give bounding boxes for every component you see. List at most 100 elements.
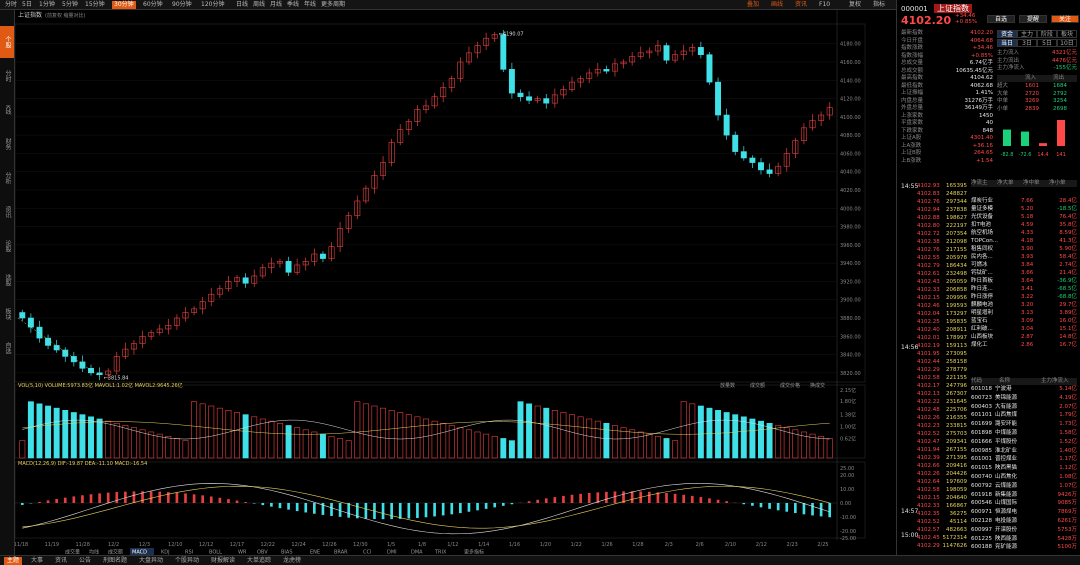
- left-tab-8[interactable]: 板块: [0, 298, 14, 330]
- bottom-tab-4[interactable]: 刑图名题: [100, 557, 130, 565]
- quote-btn-0[interactable]: 自选: [987, 15, 1015, 23]
- left-tab-1[interactable]: 分时: [0, 60, 14, 92]
- sector-row[interactable]: 可燃冰 3.84 2.74亿: [971, 262, 1077, 269]
- stock-row[interactable]: 601015 陕西黑猫 1.12亿: [971, 465, 1077, 472]
- fund-sub-0[interactable]: 当日: [997, 39, 1017, 47]
- stock-row[interactable]: 601666 平煤股份 1.52亿: [971, 439, 1077, 446]
- macd-tick: 0.00: [840, 501, 851, 507]
- sector-row[interactable]: 民内各... 3.93 58.4亿: [971, 254, 1077, 261]
- sector-row[interactable]: 昨日连... 3.41 -68.5亿: [971, 286, 1077, 293]
- fund-tab-3[interactable]: 板块: [1057, 30, 1077, 38]
- volume-bar: [474, 431, 481, 459]
- stock-row[interactable]: 601101 山西焦煤 1.79亿: [971, 412, 1077, 419]
- left-tab-7[interactable]: 选股: [0, 264, 14, 296]
- sector-row[interactable]: 煤炭行业 7.66 28.4亿: [971, 198, 1077, 205]
- bottom-tab-8[interactable]: 大单追踪: [244, 557, 274, 565]
- sector-row[interactable]: 明星增利 3.13 3.89亿: [971, 310, 1077, 317]
- stock-row[interactable]: 601225 陕西能源 5428万: [971, 536, 1077, 543]
- sector-row[interactable]: 昨日涨停 3.22 -68.8亿: [971, 294, 1077, 301]
- stock-row[interactable]: 601001 晋控煤业 1.17亿: [971, 456, 1077, 463]
- stock-row[interactable]: 601699 潞安环能 1.73亿: [971, 421, 1077, 428]
- stat-row: 平盘家数 40: [901, 120, 993, 127]
- left-tab-3[interactable]: 财务: [0, 128, 14, 160]
- toolbar-0[interactable]: 叠加: [745, 1, 761, 9]
- fund-sub-3[interactable]: 10日: [1057, 39, 1077, 47]
- period-5[interactable]: 30分钟: [112, 1, 136, 9]
- left-tab-5[interactable]: 资讯: [0, 196, 14, 228]
- period-8[interactable]: 120分钟: [199, 1, 226, 9]
- bottom-tab-0[interactable]: 主题: [4, 557, 23, 565]
- trade-price: 4102.79: [917, 263, 940, 269]
- toolbar-5[interactable]: 指标: [871, 1, 887, 9]
- period-4[interactable]: 15分钟: [83, 1, 107, 9]
- stock-name: 上证指数: [933, 4, 972, 13]
- bottom-tab-5[interactable]: 大盘异动: [136, 557, 166, 565]
- toolbar-2[interactable]: 资讯: [793, 1, 809, 9]
- stock-row[interactable]: 601018 宁波港 5.14亿: [971, 386, 1077, 393]
- fund-tab-0[interactable]: 资金: [997, 30, 1017, 38]
- period-12[interactable]: 季线: [285, 1, 301, 9]
- bottom-tab-1[interactable]: 大事: [28, 557, 46, 565]
- stock-row[interactable]: 601918 新集能源 9426万: [971, 492, 1077, 499]
- period-6[interactable]: 60分钟: [141, 1, 165, 9]
- period-7[interactable]: 90分钟: [170, 1, 194, 9]
- sector-row[interactable]: 量证多模 5.20 -18.5亿: [971, 206, 1077, 213]
- quote-btn-1[interactable]: 提醒: [1019, 15, 1047, 23]
- toolbar-3[interactable]: F10: [817, 1, 832, 9]
- stock-row[interactable]: 600971 恒源煤电 7869万: [971, 509, 1077, 516]
- stock-row[interactable]: 600188 兖矿能源 5100万: [971, 544, 1077, 551]
- period-3[interactable]: 5分钟: [60, 1, 80, 9]
- period-11[interactable]: 月线: [268, 1, 284, 9]
- stock-row[interactable]: 601898 中煤能源 1.58亿: [971, 430, 1077, 437]
- period-10[interactable]: 周线: [251, 1, 267, 9]
- stock-row[interactable]: 002128 电投能源 6261万: [971, 518, 1077, 525]
- fund-sub-1[interactable]: 3日: [1017, 39, 1037, 47]
- fund-tab-1[interactable]: 主力: [1017, 30, 1037, 38]
- toolbar-1[interactable]: 画线: [769, 1, 785, 9]
- sector-row[interactable]: 红利破... 3.04 15.1亿: [971, 326, 1077, 333]
- stock-row[interactable]: 600403 大有能源 2.07亿: [971, 404, 1077, 411]
- fund-tab-2[interactable]: 阶段: [1037, 30, 1057, 38]
- left-tab-6[interactable]: 论股: [0, 230, 14, 262]
- left-tab-4[interactable]: 分析: [0, 162, 14, 194]
- period-14[interactable]: 更多周期: [319, 1, 347, 9]
- kline-chart[interactable]: 上证指数 (前复权 缩量对比) VOL(5,10) VOLUME:5973.83亿 …: [14, 10, 868, 556]
- toolbar-4[interactable]: 复权: [847, 1, 863, 9]
- stock-row[interactable]: 600997 开滦股份 5753万: [971, 527, 1077, 534]
- period-0[interactable]: 分时: [3, 1, 19, 9]
- sector-row[interactable]: 山西板块 2.87 14.8亿: [971, 334, 1077, 341]
- sector-row[interactable]: 航空机场 4.33 8.59亿: [971, 230, 1077, 237]
- stock-name: 山西焦化: [995, 474, 1018, 480]
- period-9[interactable]: 日线: [234, 1, 250, 9]
- kline-chart-area[interactable]: 上证指数 (前复权 缩量对比) VOL(5,10) VOLUME:5973.83亿 …: [14, 10, 868, 556]
- sector-row[interactable]: 钙钛矿... 3.66 21.4亿: [971, 270, 1077, 277]
- bottom-tab-9[interactable]: 龙虎榜: [280, 557, 304, 565]
- bottom-tab-7[interactable]: 财报解读: [208, 557, 238, 565]
- stock-row[interactable]: 600985 淮北矿业 1.40亿: [971, 448, 1077, 455]
- bottom-tab-2[interactable]: 资讯: [52, 557, 70, 565]
- stock-row[interactable]: 600723 美锦能源 4.19亿: [971, 395, 1077, 402]
- sector-row[interactable]: 麒麟电池 3.20 29.7亿: [971, 302, 1077, 309]
- sector-row[interactable]: 煤化工 2.86 16.7亿: [971, 342, 1077, 349]
- vol-tick: 2.15亿: [840, 387, 856, 394]
- bottom-tab-3[interactable]: 公告: [76, 557, 94, 565]
- left-tab-2[interactable]: K线: [0, 94, 14, 126]
- period-1[interactable]: 5日: [20, 1, 34, 9]
- quote-btn-2[interactable]: 关注: [1051, 15, 1079, 23]
- sector-row[interactable]: 光伏设备 5.18 76.4亿: [971, 214, 1077, 221]
- left-tab-0[interactable]: 个股: [0, 26, 14, 58]
- fund-value: -155亿元: [1053, 65, 1077, 71]
- sector-row[interactable]: TOPCon... 4.18 41.3亿: [971, 238, 1077, 245]
- sector-row[interactable]: 租售同权 3.90 5.90亿: [971, 246, 1077, 253]
- sector-row[interactable]: 扣T电池 4.59 35.8亿: [971, 222, 1077, 229]
- stock-row[interactable]: 600546 山煤国际 9085万: [971, 500, 1077, 507]
- stock-row[interactable]: 600792 云煤能源 1.07亿: [971, 483, 1077, 490]
- bottom-tab-6[interactable]: 个股异动: [172, 557, 202, 565]
- sector-row[interactable]: 昨日首板 3.64 -36.9亿: [971, 278, 1077, 285]
- stock-row[interactable]: 600740 山西焦化 1.08亿: [971, 474, 1077, 481]
- left-tab-9[interactable]: 自选: [0, 332, 14, 364]
- period-2[interactable]: 1分钟: [37, 1, 57, 9]
- sector-row[interactable]: 蓝宝石 3.09 16.0亿: [971, 318, 1077, 325]
- fund-sub-2[interactable]: 5日: [1037, 39, 1057, 47]
- period-13[interactable]: 年线: [302, 1, 318, 9]
